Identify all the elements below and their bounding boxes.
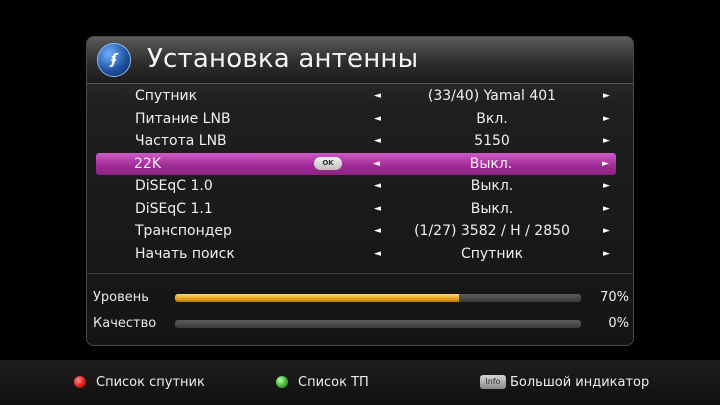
tp-list-button[interactable]: Список ТП: [276, 360, 369, 405]
arrow-right-icon[interactable]: ►: [603, 243, 610, 265]
menu-item-label: Питание LNB: [135, 110, 231, 127]
menu-item-value: Спутник: [460, 245, 524, 262]
signal-quality-label: Качество: [93, 316, 157, 331]
arrow-left-icon[interactable]: ◄: [374, 198, 381, 220]
menu-item-transponder[interactable]: Транспондер ◄ (1/27) 3582 / H / 2850 ►: [97, 220, 617, 243]
satellite-list-label: Список спутник: [96, 375, 205, 390]
footer-bar: Список спутник Список ТП Info Большой инд…: [0, 360, 720, 405]
menu-item-value: Выкл.: [470, 200, 514, 217]
big-indicator-button[interactable]: Info Большой индикатор: [480, 360, 649, 405]
menu-item-label: Частота LNB: [135, 133, 227, 149]
menu-item-diseqc-1-0[interactable]: DiSEqC 1.0 ◄ Выкл. ►: [97, 175, 617, 198]
arrow-left-icon[interactable]: ◄: [374, 175, 381, 197]
menu-item-value: (33/40) Yamal 401: [427, 88, 557, 104]
arrow-right-icon[interactable]: ►: [603, 85, 610, 107]
menu-item-diseqc-1-1[interactable]: DiSEqC 1.1 ◄ Выкл. ►: [97, 198, 617, 221]
menu-item-label: Транспондер: [135, 223, 232, 239]
signal-level-track: [175, 294, 581, 302]
green-key-icon: [276, 375, 288, 388]
settings-menu: Спутник ◄ (33/40) Yamal 401 ► Питание LN…: [96, 85, 617, 266]
arrow-right-icon[interactable]: ►: [603, 175, 610, 197]
signal-level-fill: [175, 294, 460, 302]
divider: [87, 273, 633, 274]
menu-item-value: Выкл.: [470, 178, 514, 194]
arrow-right-icon[interactable]: ►: [603, 220, 610, 242]
menu-item-value: (1/27) 3582 / H / 2850: [414, 223, 570, 239]
arrow-right-icon[interactable]: ►: [603, 108, 610, 130]
menu-item-label: DiSEqC 1.0: [135, 178, 213, 194]
signal-quality-percent: 0%: [608, 316, 629, 331]
screen: ʄ Установка антенны Спутник ◄ (33/40) Ya…: [0, 0, 720, 405]
arrow-right-icon[interactable]: ►: [603, 130, 610, 152]
menu-item-value: Вкл.: [476, 110, 508, 127]
big-indicator-label: Большой индикатор: [510, 375, 650, 390]
menu-item-lnb-frequency[interactable]: Частота LNB ◄ 5150 ►: [97, 130, 617, 153]
arrow-left-icon[interactable]: ◄: [374, 243, 381, 265]
signal-level-label: Уровень: [93, 290, 149, 305]
ok-button-icon[interactable]: OK: [314, 156, 342, 170]
page-title: Установка антенны: [147, 44, 419, 74]
menu-item-label: Спутник: [135, 88, 198, 104]
signal-quality-meter: Качество 0%: [93, 314, 629, 334]
tp-list-label: Список ТП: [298, 375, 369, 390]
menu-item-value: 5150: [474, 133, 510, 149]
info-key-icon: Info: [480, 374, 506, 389]
brand-logo-icon: ʄ: [97, 43, 131, 77]
menu-item-22k[interactable]: 22K OK ◄ Выкл. ►: [96, 152, 616, 175]
signal-level-meter: Уровень 70%: [93, 288, 629, 308]
antenna-setup-panel: ʄ Установка антенны Спутник ◄ (33/40) Ya…: [86, 36, 634, 346]
menu-item-label: Начать поиск: [135, 245, 235, 262]
arrow-right-icon[interactable]: ►: [602, 153, 609, 175]
menu-item-satellite[interactable]: Спутник ◄ (33/40) Yamal 401 ►: [97, 85, 617, 108]
signal-quality-track: [175, 320, 581, 328]
signal-level-percent: 70%: [600, 290, 629, 305]
menu-item-lnb-power[interactable]: Питание LNB ◄ Вкл. ►: [97, 108, 617, 131]
menu-item-label: DiSEqC 1.1: [135, 200, 213, 217]
arrow-left-icon[interactable]: ◄: [374, 85, 381, 107]
arrow-left-icon[interactable]: ◄: [374, 108, 381, 130]
arrow-left-icon[interactable]: ◄: [374, 220, 381, 242]
arrow-left-icon[interactable]: ◄: [374, 130, 381, 152]
satellite-list-button[interactable]: Список спутник: [74, 360, 205, 405]
arrow-right-icon[interactable]: ►: [603, 198, 610, 220]
menu-item-label: 22K: [134, 155, 161, 172]
arrow-left-icon[interactable]: ◄: [373, 153, 380, 175]
red-key-icon: [74, 375, 86, 388]
title-bar: ʄ Установка антенны: [87, 37, 633, 84]
menu-item-value: Выкл.: [469, 155, 513, 172]
menu-item-start-search[interactable]: Начать поиск ◄ Спутник ►: [97, 243, 617, 266]
